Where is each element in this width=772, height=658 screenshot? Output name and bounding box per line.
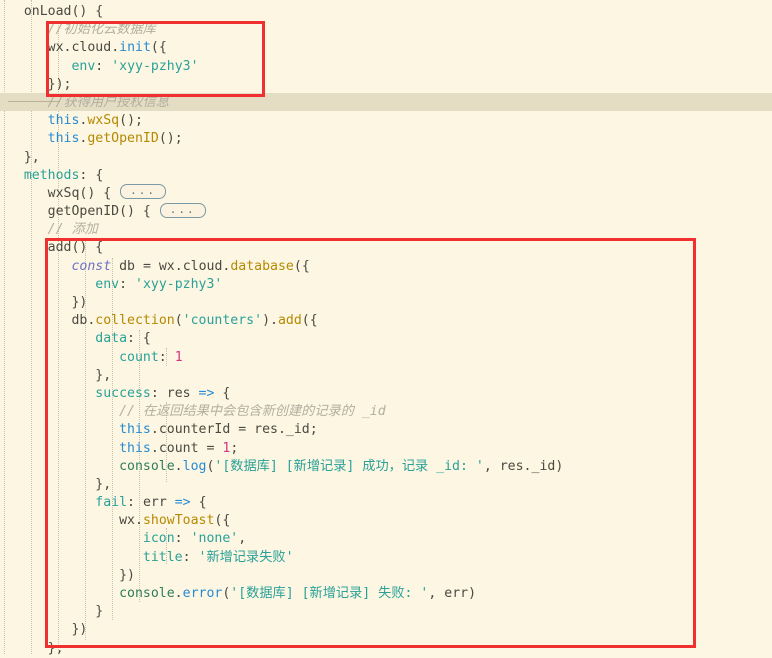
code-line-25[interactable]: this.count = 1; [0, 440, 772, 458]
folded-code-widget-wxsq[interactable]: ... [120, 184, 166, 200]
folded-code-widget-getopenid[interactable]: ... [159, 202, 206, 218]
code-line-17[interactable]: }) [0, 294, 772, 312]
code-content[interactable]: onLoad() { //初始化云数据库 wx.cloud.init({ env… [0, 3, 772, 658]
code-line-26[interactable]: console.log('[数据库] [新增记录] 成功，记录 _id: ', … [0, 458, 772, 476]
code-line-28[interactable]: fail: err => { [0, 494, 772, 512]
code-line-3[interactable]: wx.cloud.init({ [0, 39, 772, 57]
code-line-24[interactable]: this.counterId = res._id; [0, 421, 772, 439]
code-line-4[interactable]: env: 'xyy-pzhy3' [0, 58, 772, 76]
code-line-12[interactable]: getOpenID() { ... [0, 202, 772, 221]
code-line-13[interactable]: // 添加 [0, 221, 772, 239]
code-line-14[interactable]: add() { [0, 239, 772, 257]
code-line-5[interactable]: }); [0, 76, 772, 94]
code-line-34[interactable]: } [0, 603, 772, 621]
code-line-20[interactable]: count: 1 [0, 349, 772, 367]
code-line-36[interactable]: }, [0, 640, 772, 658]
code-line-32[interactable]: }) [0, 567, 772, 585]
code-line-8[interactable]: this.getOpenID(); [0, 130, 772, 148]
code-line-18[interactable]: db.collection('counters').add({ [0, 312, 772, 330]
code-line-7[interactable]: this.wxSq(); [0, 112, 772, 130]
code-line-22[interactable]: success: res => { [0, 385, 772, 403]
code-line-19[interactable]: data: { [0, 330, 772, 348]
code-line-35[interactable]: }) [0, 621, 772, 639]
code-line-9[interactable]: }, [0, 149, 772, 167]
code-line-23[interactable]: // 在返回结果中会包含新创建的记录的 _id [0, 403, 772, 421]
code-line-16[interactable]: env: 'xyy-pzhy3' [0, 276, 772, 294]
code-line-6[interactable]: //获得用户授权信息 [0, 94, 772, 112]
code-line-33[interactable]: console.error('[数据库] [新增记录] 失败: ', err) [0, 585, 772, 603]
code-line-29[interactable]: wx.showToast({ [0, 512, 772, 530]
code-editor[interactable]: onLoad() { //初始化云数据库 wx.cloud.init({ env… [0, 0, 772, 656]
code-line-30[interactable]: icon: 'none', [0, 530, 772, 548]
code-line-31[interactable]: title: '新增记录失败' [0, 549, 772, 567]
code-line-21[interactable]: }, [0, 367, 772, 385]
code-line-1[interactable]: onLoad() { [0, 3, 772, 21]
code-line-10[interactable]: methods: { [0, 167, 772, 185]
code-line-2[interactable]: //初始化云数据库 [0, 21, 772, 39]
code-line-27[interactable]: }, [0, 476, 772, 494]
code-line-11[interactable]: wxSq() { ... [0, 184, 772, 203]
code-line-15[interactable]: const db = wx.cloud.database({ [0, 258, 772, 276]
